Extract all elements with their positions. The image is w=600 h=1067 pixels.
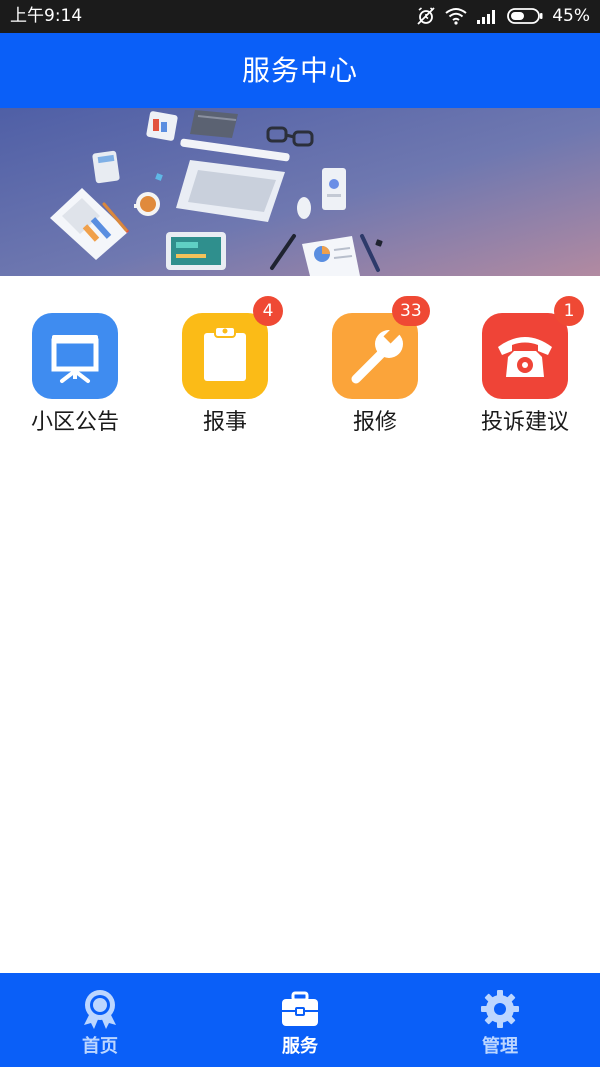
service-label: 投诉建议 [480, 410, 569, 435]
service-tile-complaint[interactable]: 1 投诉建议 [450, 296, 600, 446]
phone-icon [322, 168, 346, 210]
alarm-off-icon [416, 6, 436, 26]
status-time: 上午9:14 [10, 6, 83, 26]
status-icons: 45% [416, 5, 590, 27]
bottom-navigation: 首页 服务 管理 [0, 973, 600, 1067]
nav-label: 首页 [82, 1036, 118, 1057]
briefcase-icon [282, 991, 318, 1026]
service-tile-repair[interactable]: 33 报修 [300, 296, 450, 446]
telephone-icon [498, 337, 552, 377]
workspace-illustration [0, 108, 600, 276]
mouse-icon [297, 197, 311, 219]
presentation-board-icon [51, 335, 99, 383]
service-tile-report[interactable]: 4 报事 [150, 296, 300, 446]
service-label: 报修 [352, 410, 397, 435]
wifi-icon [445, 7, 467, 25]
service-label: 报事 [202, 410, 247, 435]
banner-image [0, 108, 600, 276]
battery-percent: 45% [552, 6, 590, 26]
signal-icon [476, 8, 498, 24]
service-icon-box [182, 313, 268, 399]
calculator-icon [92, 150, 120, 184]
clipboard-icon [204, 326, 246, 381]
status-bar: 上午9:14 45% [0, 0, 600, 33]
nav-service[interactable]: 服务 [200, 973, 400, 1067]
nav-home[interactable]: 首页 [0, 973, 200, 1067]
medal-icon [84, 990, 116, 1029]
service-grid: 小区公告 4 报事 33 报修 1 投诉建议 [0, 296, 600, 446]
notification-badge: 4 [253, 296, 283, 326]
notebook-icon [190, 110, 238, 138]
notification-badge: 1 [554, 296, 584, 326]
nav-manage[interactable]: 管理 [400, 973, 600, 1067]
gear-icon [481, 990, 519, 1028]
service-icon-box [32, 313, 118, 399]
page-title: 服务中心 [241, 54, 358, 87]
nav-label: 管理 [482, 1036, 518, 1057]
notification-badge: 33 [392, 296, 430, 326]
battery-icon [507, 7, 543, 25]
nav-label: 服务 [282, 1036, 318, 1057]
header-bar: 服务中心 [0, 33, 600, 108]
service-tile-announcement[interactable]: 小区公告 [0, 296, 150, 446]
service-label: 小区公告 [30, 410, 119, 435]
tablet-icon [166, 232, 226, 270]
report-tablet-icon [146, 111, 178, 141]
service-icon-box [482, 313, 568, 399]
